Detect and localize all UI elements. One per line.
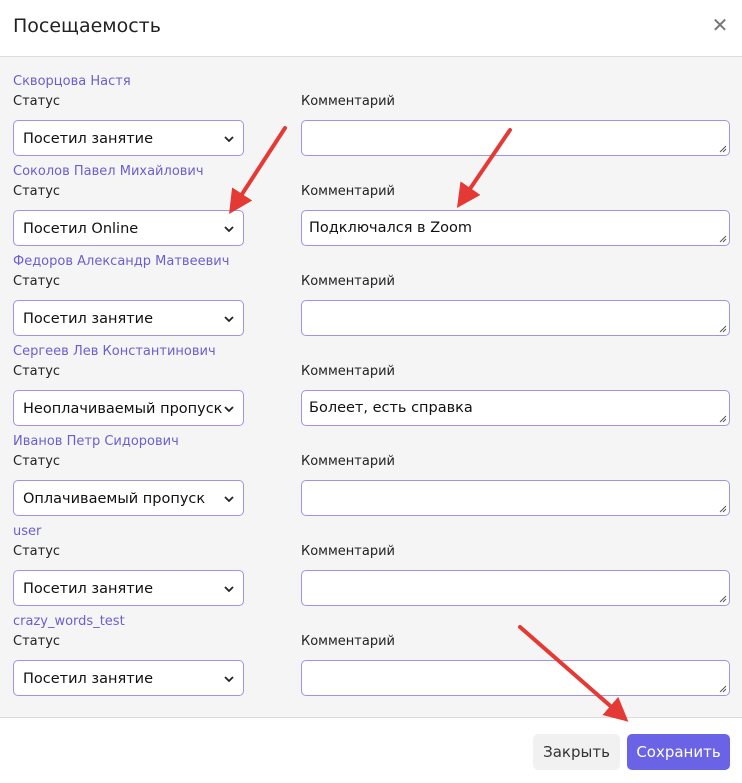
status-label: Статус (13, 94, 61, 109)
student-row: Соколов Павел Михайлович Статус Коммента… (0, 147, 742, 246)
chevron-down-icon (224, 226, 234, 233)
comment-label: Комментарий (301, 634, 395, 649)
chevron-down-icon (224, 496, 234, 503)
comment-value: Подключался в Zoom (309, 220, 473, 236)
comment-label: Комментарий (301, 544, 395, 559)
status-select-value: Неоплачиваемый пропуск (23, 401, 223, 417)
modal-footer: Закрыть Сохранить (0, 718, 742, 783)
comment-value: Болеет, есть справка (309, 400, 473, 416)
save-button[interactable]: Сохранить (627, 734, 730, 770)
modal-header: Посещаемость ✕ (0, 0, 742, 57)
chevron-down-icon (224, 136, 234, 143)
status-label: Статус (13, 454, 61, 469)
status-label: Статус (13, 544, 61, 559)
student-name[interactable]: Сергеев Лев Константинович (13, 344, 216, 360)
status-select-value: Посетил занятие (23, 131, 154, 147)
student-name[interactable]: Скворцова Настя (13, 74, 131, 90)
comment-label: Комментарий (301, 364, 395, 379)
student-name[interactable]: Соколов Павел Михайлович (13, 164, 204, 180)
student-row: Сергеев Лев Константинович Статус Коммен… (0, 327, 742, 426)
status-select[interactable]: Посетил занятие (13, 660, 244, 696)
status-label: Статус (13, 634, 61, 649)
comment-label: Комментарий (301, 454, 395, 469)
chevron-down-icon (224, 316, 234, 323)
student-row: Федоров Александр Матвеевич Статус Комме… (0, 237, 742, 336)
modal-title: Посещаемость (13, 15, 161, 37)
status-select-value: Посетил занятие (23, 311, 154, 327)
status-select-value: Оплачиваемый пропуск (23, 491, 206, 507)
chevron-down-icon (224, 676, 234, 683)
close-icon[interactable]: ✕ (710, 14, 730, 36)
comment-label: Комментарий (301, 94, 395, 109)
attendance-modal: Посещаемость ✕ Скворцова Настя Статус Ко… (0, 0, 742, 783)
comment-textarea[interactable] (301, 660, 730, 696)
modal-body: Скворцова Настя Статус Комментарий Посет… (0, 57, 742, 718)
student-name[interactable]: crazy_words_test (13, 614, 125, 630)
comment-label: Комментарий (301, 184, 395, 199)
student-name[interactable]: Федоров Александр Матвеевич (13, 254, 229, 270)
chevron-down-icon (224, 406, 234, 413)
chevron-down-icon (224, 586, 234, 593)
status-label: Статус (13, 274, 61, 289)
status-select-value: Посетил занятие (23, 671, 154, 687)
student-row: Иванов Петр Сидорович Статус Комментарий… (0, 417, 742, 516)
student-name[interactable]: user (13, 524, 41, 540)
student-row: crazy_words_test Статус Комментарий Посе… (0, 597, 742, 696)
resize-handle-icon[interactable] (718, 684, 727, 693)
student-name[interactable]: Иванов Петр Сидорович (13, 434, 179, 450)
status-label: Статус (13, 184, 61, 199)
student-row: Скворцова Настя Статус Комментарий Посет… (0, 57, 742, 156)
status-label: Статус (13, 364, 61, 379)
status-select-value: Посетил занятие (23, 581, 154, 597)
comment-label: Комментарий (301, 274, 395, 289)
status-select-value: Посетил Online (23, 221, 139, 237)
close-button[interactable]: Закрыть (533, 734, 620, 770)
student-row: user Статус Комментарий Посетил занятие (0, 507, 742, 606)
